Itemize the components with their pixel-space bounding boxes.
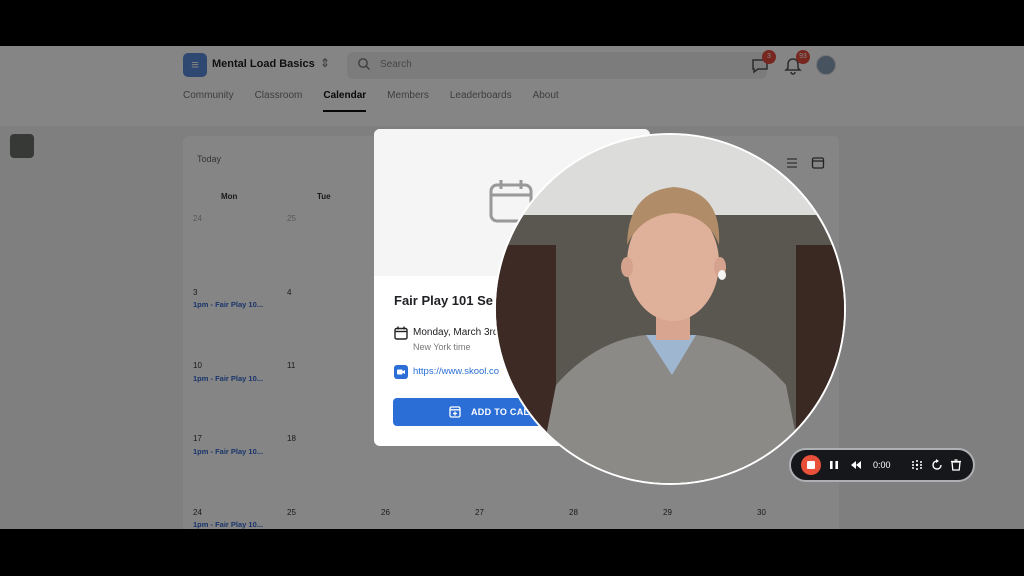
trash-icon[interactable] xyxy=(949,458,963,472)
event-title: Fair Play 101 Se xyxy=(394,293,494,308)
presenter-video xyxy=(496,135,844,483)
calendar-add-icon xyxy=(449,406,461,418)
recorder-toolbar: 0:00 xyxy=(789,448,975,482)
restart-icon[interactable] xyxy=(930,458,944,472)
event-link[interactable]: https://www.skool.co xyxy=(413,366,499,377)
video-icon xyxy=(394,365,408,379)
calendar-small-icon xyxy=(394,326,408,340)
recording-time: 0:00 xyxy=(873,460,891,470)
rewind-icon[interactable] xyxy=(849,458,863,472)
pause-icon[interactable] xyxy=(827,458,841,472)
event-date: Monday, March 3rd xyxy=(413,327,499,338)
app-frame: ≡ Mental Load Basics ⇕ Search 3 93 Commu… xyxy=(0,46,1024,529)
webcam-bubble[interactable] xyxy=(494,133,846,485)
stop-record-button[interactable] xyxy=(801,455,821,475)
event-timezone: New York time xyxy=(413,342,471,352)
blur-grid-icon[interactable] xyxy=(910,458,924,472)
